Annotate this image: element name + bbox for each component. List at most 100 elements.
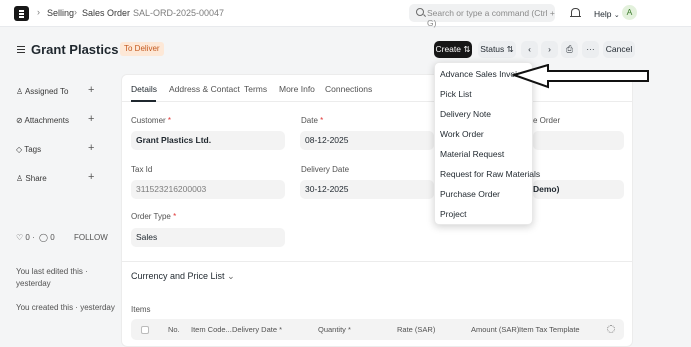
sidebar-item-share[interactable]: ♙ Share: [16, 174, 47, 183]
avatar[interactable]: A: [622, 5, 637, 20]
cancel-button[interactable]: Cancel: [603, 41, 635, 58]
sidebar-item-attachments[interactable]: ⊘ Attachments: [16, 116, 69, 125]
likes-count[interactable]: ♡ 0 ·: [16, 233, 35, 242]
search-placeholder: Search or type a command (Ctrl + G): [427, 8, 555, 28]
app-logo-icon[interactable]: [14, 6, 29, 21]
gear-icon[interactable]: [607, 325, 615, 333]
chevron-right-icon: ›: [74, 7, 77, 17]
partial-field[interactable]: [533, 131, 624, 150]
tab-address-contact[interactable]: Address & Contact: [169, 84, 240, 94]
chevron-right-icon: ›: [548, 44, 551, 54]
follow-button[interactable]: FOLLOW: [74, 233, 108, 242]
printer-icon: ⎙: [566, 44, 573, 54]
order-type-select[interactable]: Sales: [131, 228, 285, 247]
add-attachment-plus-icon[interactable]: +: [88, 113, 94, 125]
column-header-delivery-date: Delivery Date *: [232, 325, 283, 334]
partial-field-label: e Order: [533, 116, 561, 125]
order-type-label-text: Order Type: [131, 212, 171, 221]
tab-more-info[interactable]: More Info: [279, 84, 315, 94]
customer-label: Customer *: [131, 116, 171, 125]
tax-id-field[interactable]: 311523216200003: [131, 180, 285, 199]
status-badge: To Deliver: [120, 42, 164, 56]
sidebar-item-assigned-to[interactable]: ♙ Assigned To: [16, 87, 68, 96]
tab-details[interactable]: Details: [131, 84, 157, 94]
date-label: Date *: [301, 116, 323, 125]
chevron-down-icon: ⌄: [227, 271, 235, 281]
sidebar-item-tags[interactable]: ◇ Tags: [16, 145, 41, 154]
date-field[interactable]: 08-12-2025: [300, 131, 434, 150]
active-tab-indicator: [131, 100, 156, 102]
order-type-label: Order Type *: [131, 212, 176, 221]
form-card: [121, 74, 633, 347]
column-header-item-tax-template: Item Tax Template: [519, 325, 580, 334]
created-text: You created this · yesterday: [16, 303, 115, 312]
sidebar-item-label: Share: [25, 174, 47, 183]
add-assignee-plus-icon[interactable]: +: [88, 84, 94, 96]
last-edited-text: You last edited this · yesterday: [16, 267, 88, 288]
chevron-updown-icon: ⇅: [463, 44, 471, 54]
next-button[interactable]: ›: [541, 41, 558, 58]
status-button[interactable]: Status ⇅: [478, 41, 516, 58]
share-icon: ♙: [16, 174, 24, 183]
delivery-date-label: Delivery Date: [301, 165, 350, 174]
breadcrumb-document-id[interactable]: SAL-ORD-2025-00047: [133, 8, 224, 18]
more-actions-button[interactable]: ···: [582, 41, 599, 58]
partial-field-value[interactable]: Demo): [533, 180, 624, 199]
create-button[interactable]: Create ⇅: [434, 41, 472, 58]
column-header-amount: Amount (SAR): [471, 325, 520, 334]
menu-item-request-raw-materials[interactable]: Request for Raw Materials: [440, 169, 540, 179]
currency-section-toggle[interactable]: Currency and Price List ⌄: [131, 271, 235, 282]
paperclip-icon: ⊘: [16, 116, 23, 125]
breadcrumb-selling[interactable]: Selling: [47, 8, 74, 18]
hamburger-menu-icon[interactable]: [17, 46, 25, 48]
search-icon: [416, 8, 424, 16]
sidebar-item-label: Tags: [24, 145, 42, 154]
menu-item-purchase-order[interactable]: Purchase Order: [440, 189, 500, 199]
menu-item-delivery-note[interactable]: Delivery Note: [440, 109, 491, 119]
likes-value: 0: [25, 233, 30, 242]
comment-icon: ◯: [39, 233, 48, 242]
date-label-text: Date: [301, 116, 318, 125]
previous-button[interactable]: ‹: [521, 41, 538, 58]
tabs-divider: [122, 101, 632, 102]
add-share-plus-icon[interactable]: +: [88, 171, 94, 183]
print-button[interactable]: ⎙: [561, 41, 578, 58]
notification-bell-icon[interactable]: [570, 8, 581, 18]
required-mark: *: [167, 116, 172, 125]
column-header-item-code: Item Code...: [191, 325, 232, 334]
comments-value: 0: [50, 233, 55, 242]
search-input[interactable]: Search or type a command (Ctrl + G): [409, 4, 555, 28]
currency-section-title: Currency and Price List: [131, 271, 225, 281]
column-header-no: No.: [168, 325, 180, 334]
user-plus-icon: ♙: [16, 87, 24, 96]
tax-id-label: Tax Id: [131, 165, 153, 174]
chevron-down-icon: ⌄: [613, 12, 620, 19]
tab-connections[interactable]: Connections: [325, 84, 372, 94]
menu-item-project[interactable]: Project: [440, 209, 466, 219]
menu-item-work-order[interactable]: Work Order: [440, 129, 484, 139]
comments-count[interactable]: ◯ 0: [39, 233, 55, 242]
chevron-left-icon: ‹: [528, 44, 531, 54]
help-menu[interactable]: Help ⌄: [594, 9, 620, 19]
tab-terms[interactable]: Terms: [244, 84, 267, 94]
column-header-rate: Rate (SAR): [397, 325, 436, 334]
help-label: Help: [594, 9, 612, 19]
select-all-checkbox[interactable]: [141, 326, 149, 334]
delivery-date-field[interactable]: 30-12-2025: [300, 180, 434, 199]
breadcrumb-sales-order[interactable]: Sales Order: [82, 8, 130, 18]
section-divider: [122, 261, 632, 262]
sidebar-item-label: Attachments: [24, 116, 69, 125]
more-icon: ···: [586, 44, 595, 54]
menu-item-material-request[interactable]: Material Request: [440, 149, 504, 159]
customer-field[interactable]: Grant Plastics Ltd.: [131, 131, 285, 150]
chevron-right-icon: ›: [124, 7, 127, 17]
sidebar-item-label: Assigned To: [24, 87, 69, 96]
status-label: Status: [480, 44, 505, 54]
add-tag-plus-icon[interactable]: +: [88, 142, 94, 154]
column-header-quantity: Quantity *: [318, 325, 351, 334]
menu-item-pick-list[interactable]: Pick List: [440, 89, 472, 99]
chevron-updown-icon: ⇅: [506, 44, 514, 54]
annotation-arrow-icon: [512, 64, 649, 89]
chevron-right-icon: ›: [37, 7, 40, 17]
required-mark: *: [320, 116, 324, 125]
